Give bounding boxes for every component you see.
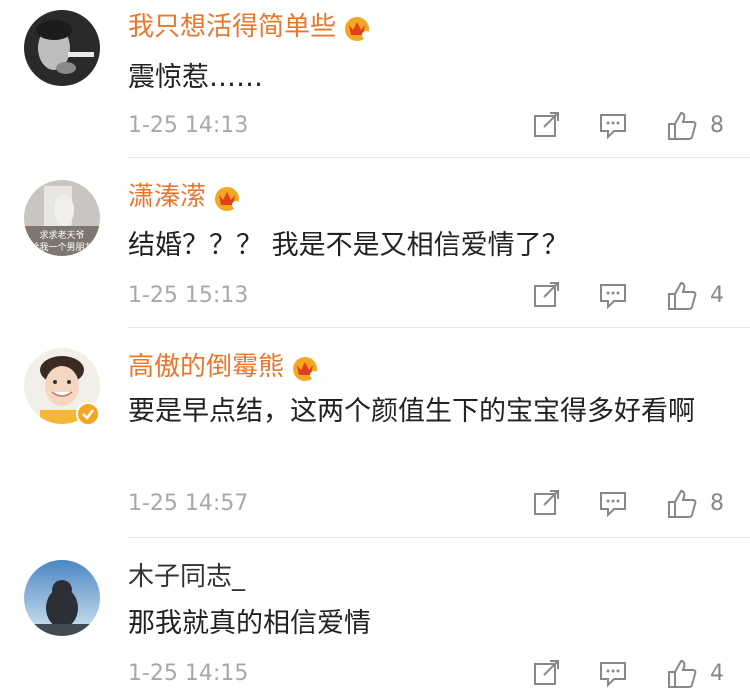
avatar[interactable]: 求求老天爷 再给我一个男朋友吧 bbox=[24, 180, 100, 256]
repost-icon[interactable] bbox=[532, 110, 562, 142]
username[interactable]: 高傲的倒霉熊 bbox=[128, 350, 284, 384]
like-count: 8 bbox=[710, 491, 724, 516]
like-icon[interactable] bbox=[666, 280, 698, 312]
crown-icon bbox=[345, 17, 371, 41]
username-row: 我只想活得简单些 bbox=[128, 10, 372, 44]
comment-icon[interactable] bbox=[598, 488, 628, 520]
comment-text: 结婚？？？ 我是不是又相信爱情了？ bbox=[128, 230, 569, 261]
svg-text:求求老天爷: 求求老天爷 bbox=[39, 229, 84, 241]
like-icon[interactable] bbox=[666, 658, 698, 690]
repost-icon[interactable] bbox=[532, 280, 562, 312]
username-row: 木子同志_ bbox=[128, 560, 245, 594]
username-row: 高傲的倒霉熊 bbox=[128, 350, 320, 384]
username[interactable]: 潇溱潆 bbox=[128, 180, 206, 214]
comment-text: 要是早点结，这两个颜值生下的宝宝得多好看啊 bbox=[128, 396, 695, 427]
verified-icon bbox=[76, 402, 100, 426]
comment-icon[interactable] bbox=[598, 658, 628, 690]
avatar[interactable] bbox=[24, 10, 100, 86]
crown-icon bbox=[293, 357, 319, 381]
svg-text:再给我一个男朋友吧: 再给我一个男朋友吧 bbox=[24, 241, 100, 253]
comment-time: 1-25 15:13 bbox=[128, 283, 249, 308]
comment-item: 高傲的倒霉熊 要是早点结，这两个颜值生下的宝宝得多好看啊 1-25 14:57 … bbox=[0, 328, 750, 538]
comment-actions: 4 bbox=[530, 280, 730, 312]
username[interactable]: 我只想活得简单些 bbox=[128, 10, 336, 44]
crown-icon bbox=[215, 187, 241, 211]
repost-icon[interactable] bbox=[532, 658, 562, 690]
comment-time: 1-25 14:57 bbox=[128, 491, 249, 516]
username[interactable]: 木子同志_ bbox=[128, 560, 245, 594]
comment-time: 1-25 14:13 bbox=[128, 113, 249, 138]
comment-time: 1-25 14:15 bbox=[128, 661, 249, 686]
like-count: 4 bbox=[710, 283, 724, 308]
repost-icon[interactable] bbox=[532, 488, 562, 520]
comment-icon[interactable] bbox=[598, 280, 628, 312]
like-count: 4 bbox=[710, 661, 724, 686]
comment-text: 震惊惹…… bbox=[128, 62, 263, 93]
comment-icon[interactable] bbox=[598, 110, 628, 142]
comment-actions: 4 bbox=[530, 658, 730, 690]
comment-actions: 8 bbox=[530, 488, 730, 520]
username-row: 潇溱潆 bbox=[128, 180, 242, 214]
comment-actions: 8 bbox=[530, 110, 730, 142]
comment-text: 那我就真的相信爱情 bbox=[128, 608, 371, 639]
like-icon[interactable] bbox=[666, 488, 698, 520]
comment-item: 木子同志_ 那我就真的相信爱情 1-25 14:15 4 bbox=[0, 538, 750, 698]
avatar[interactable] bbox=[24, 560, 100, 636]
like-count: 8 bbox=[710, 113, 724, 138]
comment-item: 求求老天爷 再给我一个男朋友吧 潇溱潆 结婚？？？ 我是不是又相信爱情了？ 1-… bbox=[0, 158, 750, 328]
like-icon[interactable] bbox=[666, 110, 698, 142]
comment-item: 我只想活得简单些 震惊惹…… 1-25 14:13 8 bbox=[0, 0, 750, 158]
